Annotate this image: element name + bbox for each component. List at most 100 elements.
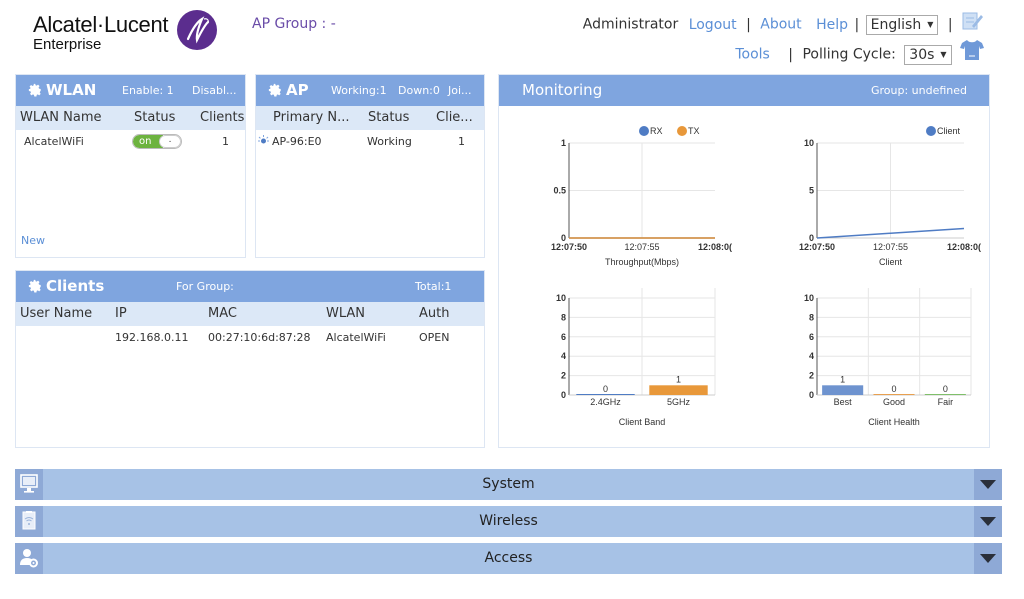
legend-marker-client <box>926 126 936 136</box>
theme-shirt-icon[interactable] <box>960 39 984 70</box>
column-header[interactable]: WLAN <box>326 306 365 321</box>
ap-status-light-icon <box>258 135 269 149</box>
section-label: Wireless <box>479 513 538 529</box>
column-header[interactable]: Auth <box>419 306 449 321</box>
chart-title: Client <box>879 257 903 267</box>
section-label: System <box>482 476 535 492</box>
column-header[interactable]: IP <box>115 306 127 321</box>
x-tick-label: 12:08:0( <box>698 242 732 252</box>
y-tick-label: 10 <box>804 293 814 303</box>
ap-panel-header: AP Working:1 Down:0 Joi... <box>256 75 484 106</box>
monitoring-panel-header: Monitoring Group: undefined <box>499 75 989 106</box>
data-label: 0 <box>603 384 608 394</box>
column-header[interactable]: Status <box>368 110 409 125</box>
wlan-panel-header: WLAN Enable: 1 Disabl... <box>16 75 245 106</box>
gear-icon[interactable] <box>28 279 42 293</box>
gear-icon[interactable] <box>28 83 42 97</box>
polling-cycle-select[interactable]: 30s ▼ <box>904 44 952 65</box>
wlan-table-header: WLAN Name Status Clients <box>16 106 245 130</box>
y-tick-label: 4 <box>809 351 814 361</box>
ap-group: AP Group : - <box>252 16 336 32</box>
y-tick-label: 2 <box>809 371 814 381</box>
expand-arrow-icon[interactable] <box>974 543 1002 574</box>
x-tick-label: 2.4GHz <box>590 397 621 407</box>
column-header[interactable]: Primary N... <box>273 110 350 125</box>
y-tick-label: 0 <box>809 390 814 400</box>
gear-icon[interactable] <box>268 83 282 97</box>
about-link[interactable]: About <box>760 17 801 33</box>
y-tick-label: 0 <box>561 390 566 400</box>
chevron-down-icon: ▼ <box>927 19 934 29</box>
chevron-down-icon: ▼ <box>940 49 947 59</box>
ap-joining-count: Joi... <box>448 84 472 97</box>
wlan-disable-count: Disabl... <box>192 84 237 97</box>
column-header[interactable]: MAC <box>208 306 237 321</box>
data-label: 1 <box>840 374 845 384</box>
expand-arrow-icon[interactable] <box>974 506 1002 537</box>
y-tick-label: 5 <box>809 186 814 196</box>
column-header[interactable]: Clie... <box>436 110 473 125</box>
ap-table-header: Primary N... Status Clie... <box>256 106 484 130</box>
polling-cycle-value: 30s <box>909 46 935 63</box>
clients-for-group: For Group: <box>176 280 234 293</box>
separator: | <box>788 46 793 63</box>
data-label: 1 <box>676 374 681 384</box>
x-tick-label: 12:07:50 <box>551 242 587 252</box>
chart-title: Client Health <box>868 417 920 427</box>
column-header[interactable]: Clients <box>200 110 244 125</box>
column-header[interactable]: User Name <box>20 306 92 321</box>
client-wlan: AlcatelWiFi <box>326 331 386 344</box>
wlan-name: AlcatelWiFi <box>24 135 84 148</box>
separator: | <box>746 16 751 33</box>
y-tick-label: 8 <box>561 312 566 322</box>
username: Administrator <box>582 16 679 33</box>
section-wireless[interactable]: Wireless <box>15 506 1002 537</box>
language-value: English <box>870 16 922 33</box>
bar-24ghz <box>576 394 635 395</box>
y-tick-label: 4 <box>561 351 566 361</box>
help-link[interactable]: Help <box>816 17 848 33</box>
x-tick-label: 12:08:0( <box>947 242 981 252</box>
wlan-enable-count: Enable: 1 <box>122 84 174 97</box>
data-label: 0 <box>943 384 948 394</box>
y-tick-label: 8 <box>809 312 814 322</box>
monitoring-title: Monitoring <box>522 81 603 99</box>
ap-down-count: Down:0 <box>398 84 440 97</box>
top-nav: Administrator Logout | About Help | Engl… <box>583 10 984 70</box>
expand-arrow-icon[interactable] <box>974 469 1002 500</box>
clients-title: Clients <box>28 277 104 295</box>
table-row[interactable]: AP-96:E0 Working 1 <box>256 130 484 152</box>
x-tick-label: Good <box>883 397 905 407</box>
column-header[interactable]: Status <box>134 110 175 125</box>
table-row[interactable]: 192.168.0.11 00:27:10:6d:87:28 AlcatelWi… <box>16 326 484 348</box>
chart-title: Throughput(Mbps) <box>605 257 679 267</box>
logout-link[interactable]: Logout <box>689 17 737 33</box>
ap-name[interactable]: AP-96:E0 <box>272 135 322 148</box>
table-row[interactable]: AlcatelWiFi on . 1 <box>16 130 245 152</box>
wlan-status-toggle[interactable]: on . <box>132 134 182 149</box>
bar-best <box>822 385 864 395</box>
new-wlan-link[interactable]: New <box>21 234 45 247</box>
column-header[interactable]: WLAN Name <box>20 110 102 125</box>
clients-table-header: User Name IP MAC WLAN Auth <box>16 302 484 326</box>
edit-notes-icon[interactable] <box>962 10 984 39</box>
bar-fair <box>924 394 966 395</box>
ap-status: Working <box>367 135 412 148</box>
section-system[interactable]: System <box>15 469 1002 500</box>
legend-marker-tx <box>677 126 687 136</box>
language-select[interactable]: English ▼ <box>865 14 939 35</box>
clients-title-text: Clients <box>46 277 105 295</box>
chart-title: Client Band <box>619 417 666 427</box>
clients-panel: Clients For Group: Total:1 User Name IP … <box>15 270 485 448</box>
clients-total: Total:1 <box>415 280 452 293</box>
section-access[interactable]: Access <box>15 543 1002 574</box>
tools-link[interactable]: Tools <box>735 47 770 63</box>
wlan-panel: WLAN Enable: 1 Disabl... WLAN Name Statu… <box>15 74 246 258</box>
x-tick-label: Fair <box>938 397 954 407</box>
ap-group-value: - <box>330 16 336 32</box>
y-tick-label: 2 <box>561 371 566 381</box>
section-label: Access <box>484 550 533 566</box>
x-tick-label: 5GHz <box>667 397 691 407</box>
ap-panel: AP Working:1 Down:0 Joi... Primary N... … <box>255 74 485 258</box>
x-tick-label: 12:07:55 <box>624 242 659 252</box>
